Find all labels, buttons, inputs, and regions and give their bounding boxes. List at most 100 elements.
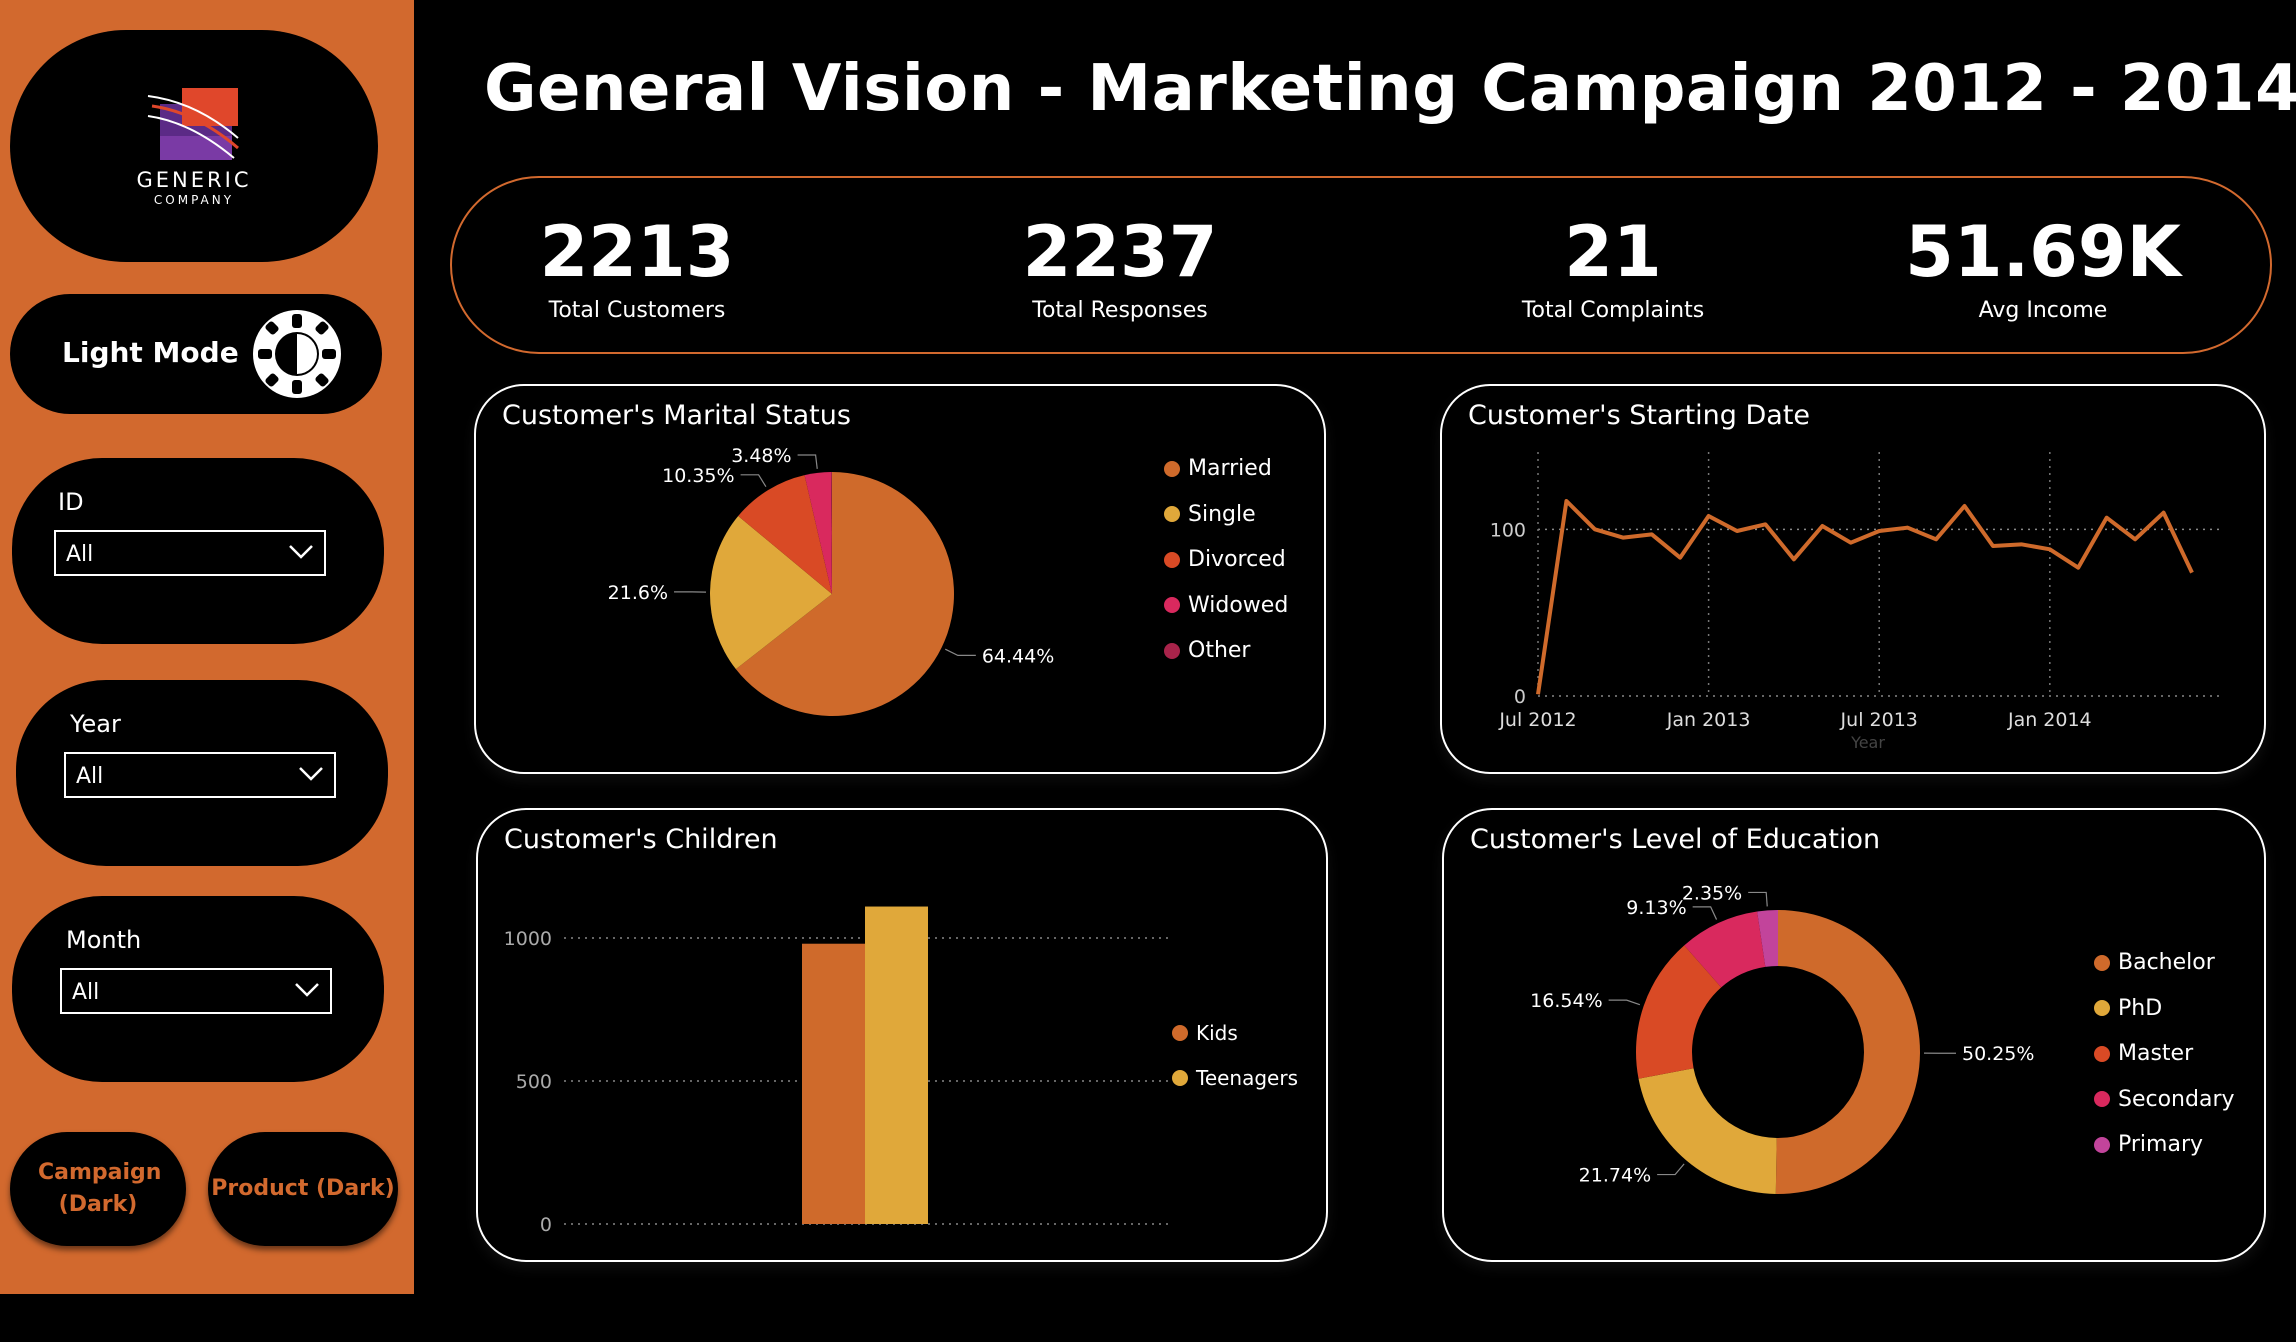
page-title: General Vision - Marketing Campaign 2012… (484, 52, 2296, 126)
filter-id-label: ID (58, 488, 84, 516)
data-label-leader (944, 648, 976, 656)
marital-status-legend: Married Single Divorced Widowed Other (1164, 446, 1288, 674)
legend-item: Widowed (1164, 583, 1288, 629)
legend-dot (2094, 954, 2110, 971)
x-tick-label: Jan 2014 (2007, 709, 2092, 731)
filter-id-select[interactable]: All (54, 530, 326, 576)
logo-subname: COMPANY (153, 193, 235, 207)
campaign-dark-label: Campaign (Dark) (38, 1160, 162, 1217)
legend-dot (2094, 1045, 2110, 1062)
data-label-leader (1657, 1163, 1685, 1176)
campaign-dark-button[interactable]: Campaign (Dark) (10, 1132, 186, 1246)
filter-year-value: All (76, 764, 104, 789)
data-label-leader (1692, 906, 1718, 920)
children-card: Customer's Children 0 500 1000 Kids Teenage… (476, 808, 1328, 1262)
filter-id-value: All (66, 542, 94, 567)
product-dark-button[interactable]: Product (Dark) (208, 1132, 398, 1246)
data-label: 21.6% (608, 582, 668, 604)
legend-item: Single (1164, 492, 1288, 538)
legend-label: Married (1188, 456, 1272, 482)
data-label: 2.35% (1682, 882, 1742, 904)
data-label: 21.74% (1579, 1165, 1651, 1187)
sidebar: GENERIC COMPANY Light Mode ID All Year A… (0, 0, 414, 1294)
kpi-total-complaints: 21 Total Complaints (1463, 214, 1763, 323)
legend-dot (2094, 1000, 2110, 1017)
chevron-down-icon (295, 983, 319, 997)
legend-item: Teenagers (1172, 1056, 1298, 1102)
half-moon-gear-icon (253, 310, 341, 398)
y-tick-label: 0 (1514, 686, 1526, 708)
legend-label: Secondary (2118, 1086, 2235, 1112)
data-label: 50.25% (1962, 1043, 2034, 1065)
legend-item: PhD (2094, 986, 2235, 1032)
bar (865, 906, 928, 1224)
x-tick-label: Jul 2013 (1840, 709, 1918, 731)
kpi-label: Avg Income (1978, 298, 2108, 323)
filter-month-label: Month (66, 926, 142, 954)
pie-slice (1775, 910, 1921, 1194)
light-mode-toggle[interactable]: Light Mode (10, 294, 382, 414)
legend-item: Primary (2094, 1122, 2235, 1168)
legend-label: Bachelor (2118, 950, 2215, 976)
logo-card: GENERIC COMPANY (10, 30, 378, 262)
education-card: Customer's Level of Education 50.25% 21.7… (1442, 808, 2266, 1262)
kpi-label: Total Complaints (1521, 298, 1705, 323)
legend-label: Master (2118, 1041, 2194, 1067)
kpi-value: 51.69K (1905, 211, 2181, 293)
legend-item: Other (1164, 628, 1288, 674)
light-mode-label: Light Mode (62, 336, 239, 369)
filter-year-label: Year (70, 710, 121, 738)
product-dark-label: Product (Dark) (211, 1176, 395, 1201)
logo-name: GENERIC (136, 168, 252, 192)
data-label: 10.35% (662, 465, 734, 487)
legend-label: Kids (1196, 1020, 1238, 1045)
kpi-label: Total Customers (548, 298, 726, 323)
filter-year-select[interactable]: All (64, 752, 336, 798)
starting-date-card: Customer's Starting Date 0 100 Jul 2012 Jan… (1440, 384, 2266, 774)
x-axis-label: Year (1850, 733, 1885, 752)
education-legend: Bachelor PhD Master Secondary Primary (2094, 940, 2235, 1168)
data-label: 3.48% (731, 445, 791, 467)
legend-item: Divorced (1164, 537, 1288, 583)
filter-month-value: All (72, 980, 100, 1005)
children-legend: Kids Teenagers (1172, 1010, 1298, 1101)
y-tick-label: 100 (1490, 519, 1526, 541)
chevron-down-icon (299, 767, 323, 781)
legend-dot (2094, 1091, 2110, 1108)
y-tick-label: 1000 (504, 928, 552, 950)
legend-label: Widowed (1188, 592, 1289, 618)
legend-dot (1164, 642, 1180, 659)
x-tick-label: Jan 2013 (1666, 709, 1751, 731)
filter-month-select[interactable]: All (60, 968, 332, 1014)
legend-label: Single (1188, 501, 1256, 527)
y-tick-label: 0 (540, 1214, 552, 1236)
bar (802, 943, 865, 1224)
legend-dot (1164, 506, 1180, 523)
data-label-leader (797, 454, 818, 469)
legend-item: Kids (1172, 1010, 1298, 1056)
legend-item: Master (2094, 1031, 2235, 1077)
data-label-leader (1748, 891, 1768, 907)
legend-dot (1164, 460, 1180, 477)
legend-label: Teenagers (1196, 1066, 1299, 1091)
chevron-down-icon (289, 545, 313, 559)
filter-id-card: ID All (12, 458, 384, 644)
company-logo-icon (147, 88, 239, 160)
legend-item: Secondary (2094, 1077, 2235, 1123)
starting-date-line-chart: 0 100 Jul 2012 Jan 2013 Jul 2013 Jan 2014 Year (1490, 452, 2224, 752)
kpi-label: Total Responses (1032, 298, 1208, 323)
legend-item: Married (1164, 446, 1288, 492)
legend-label: Primary (2118, 1132, 2204, 1158)
data-label-leader (1608, 999, 1641, 1006)
filter-year-card: Year All (16, 680, 388, 866)
kpi-total-customers: 2213 Total Customers (487, 214, 787, 323)
filter-month-card: Month All (12, 896, 384, 1082)
legend-dot (1164, 597, 1180, 614)
marital-status-card: Customer's Marital Status 64.44% 21.6% 10.… (474, 384, 1326, 774)
data-label-leader (740, 474, 767, 488)
legend-dot (1164, 551, 1180, 568)
kpi-value: 2237 (1022, 211, 1218, 293)
kpi-total-responses: 2237 Total Responses (970, 214, 1270, 323)
legend-label: PhD (2118, 995, 2163, 1021)
kpi-value: 2213 (539, 211, 735, 293)
